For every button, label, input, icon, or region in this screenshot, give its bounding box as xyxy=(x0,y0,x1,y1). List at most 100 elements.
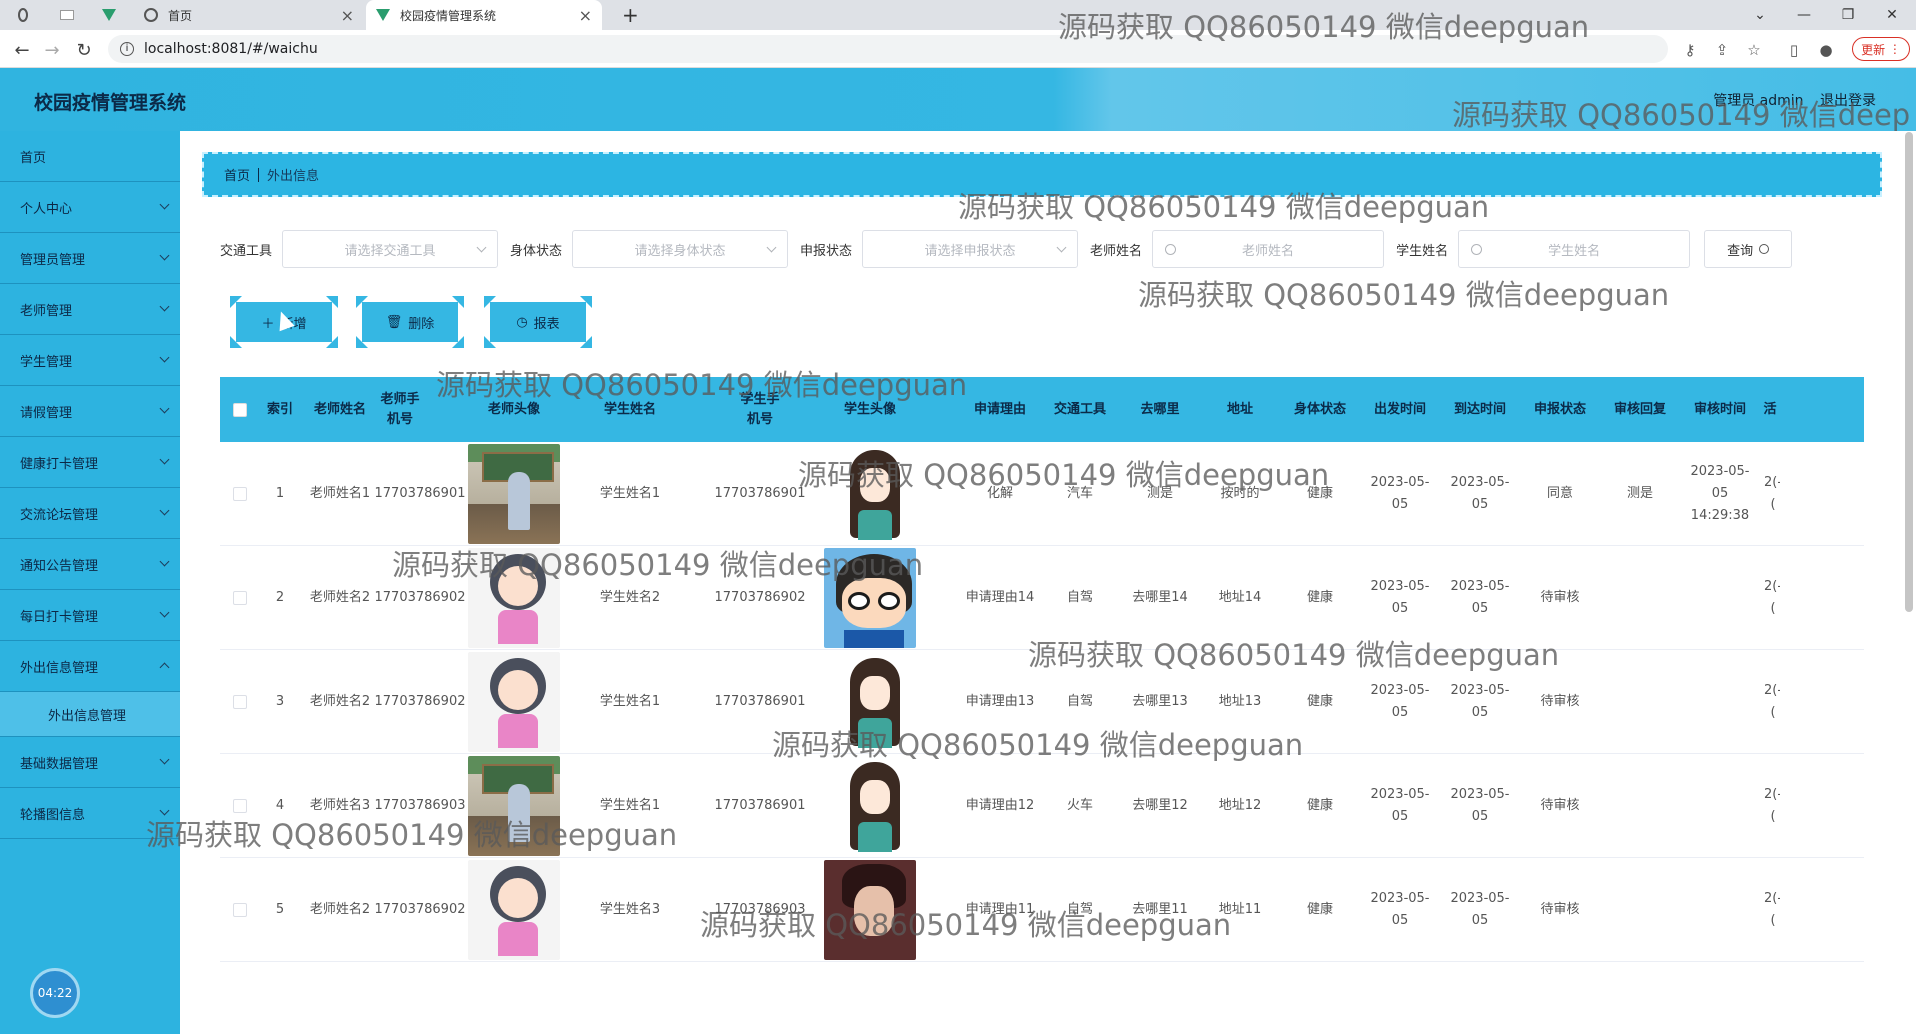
sidebar-item-leave[interactable]: 请假管理 xyxy=(0,386,180,437)
th-address[interactable]: 地址 xyxy=(1200,377,1280,442)
pinned-tab[interactable] xyxy=(8,0,48,30)
reload-icon[interactable]: ↻ xyxy=(72,38,96,62)
info-icon[interactable]: i xyxy=(120,42,134,56)
chevron-down-icon xyxy=(159,805,170,816)
cell-index: 2 xyxy=(275,590,285,605)
cell-teacher-avatar[interactable] xyxy=(464,650,564,754)
sidebar-item-daily-checkin[interactable]: 每日打卡管理 xyxy=(0,590,180,641)
th-health[interactable]: 身体状态 xyxy=(1280,377,1360,442)
th-transport[interactable]: 交通工具 xyxy=(1040,377,1120,442)
forward-icon[interactable]: → xyxy=(40,38,64,62)
profile-icon[interactable]: ● xyxy=(1816,40,1836,60)
th-arrive-time[interactable]: 到达时间 xyxy=(1440,377,1520,442)
anime-avatar-image[interactable] xyxy=(824,444,916,544)
sidepanel-icon[interactable]: ▯ xyxy=(1784,40,1804,60)
cell-teacher-avatar[interactable] xyxy=(464,858,564,962)
cell-student-avatar[interactable] xyxy=(820,858,920,962)
page-scrollbar[interactable] xyxy=(1905,132,1913,612)
sidebar-item-carousel[interactable]: 轮播图信息 xyxy=(0,788,180,839)
cell-student-avatar[interactable] xyxy=(820,546,920,650)
sidebar-item-basic-data[interactable]: 基础数据管理 xyxy=(0,737,180,788)
row-checkbox[interactable] xyxy=(220,442,260,546)
girl-avatar-image[interactable] xyxy=(468,652,560,752)
select-all-checkbox[interactable] xyxy=(220,377,260,442)
th-destination[interactable]: 去哪里 xyxy=(1120,377,1200,442)
bookmark-star-icon[interactable]: ☆ xyxy=(1744,40,1764,60)
cell-student-avatar[interactable] xyxy=(820,754,920,858)
th-apply-status[interactable]: 申报状态 xyxy=(1520,377,1600,442)
cell-teacher-avatar[interactable] xyxy=(464,442,564,546)
sidebar-item-notice[interactable]: 通知公告管理 xyxy=(0,539,180,590)
sidebar-item-label: 个人中心 xyxy=(20,201,73,217)
tab-active[interactable]: 校园疫情管理系统 × xyxy=(366,0,602,30)
cell-student-avatar[interactable] xyxy=(820,650,920,754)
table-row: 3 老师姓名2 17703786902 学生姓名1 17703786901 申请理由13 自… xyxy=(220,650,1864,754)
th-review-reply[interactable]: 审核回复 xyxy=(1600,377,1680,442)
tab-home[interactable]: 首页 × xyxy=(134,0,364,30)
cell-reason: 申请理由11 xyxy=(965,902,1035,917)
th-student-avatar[interactable]: 学生头像 xyxy=(800,377,940,442)
close-tab-icon[interactable]: × xyxy=(341,6,354,25)
th-teacher-avatar[interactable]: 老师头像 xyxy=(446,377,582,442)
admin-info: 管理员 admin 退出登录 xyxy=(1701,90,1876,110)
th-truncated[interactable]: 活 xyxy=(1760,377,1780,442)
key-icon[interactable]: ⚷ xyxy=(1680,40,1700,60)
sidebar-item-home[interactable]: 首页 xyxy=(0,131,180,182)
update-button[interactable]: 更新 ⋮ xyxy=(1852,37,1910,61)
close-window-icon[interactable]: ✕ xyxy=(1870,0,1914,30)
breadcrumb-home[interactable]: 首页 xyxy=(224,165,250,184)
classroom-avatar-image[interactable] xyxy=(468,444,560,544)
report-button[interactable]: ◷ 报表 xyxy=(484,296,592,348)
close-tab-icon[interactable]: × xyxy=(579,6,592,25)
th-student-phone[interactable]: 学生手机号 xyxy=(740,377,780,442)
student-name-input[interactable]: 学生姓名 xyxy=(1458,230,1691,268)
girl-avatar-image[interactable] xyxy=(468,860,560,960)
anime-avatar-image[interactable] xyxy=(824,652,916,752)
url-input[interactable]: i localhost:8081/#/waichu xyxy=(108,35,1668,63)
pinned-tab-vue[interactable] xyxy=(92,0,132,30)
share-icon[interactable]: ⇪ xyxy=(1712,40,1732,60)
new-tab-button[interactable]: + xyxy=(612,0,642,30)
teacher-name-input[interactable]: 老师姓名 xyxy=(1152,230,1385,268)
row-checkbox[interactable] xyxy=(220,546,260,650)
sidebar-item-personal[interactable]: 个人中心 xyxy=(0,182,180,233)
th-review-time[interactable]: 审核时间 xyxy=(1680,377,1760,442)
th-index[interactable]: 索引 xyxy=(260,377,300,442)
restore-icon[interactable]: ❐ xyxy=(1826,0,1870,30)
row-checkbox[interactable] xyxy=(220,858,260,962)
cell-student-avatar[interactable] xyxy=(820,442,920,546)
cell-teacher-avatar[interactable] xyxy=(464,546,564,650)
th-teacher-name[interactable]: 老师姓名 xyxy=(300,377,380,442)
cell-teacher-avatar[interactable] xyxy=(464,754,564,858)
sidebar-subitem-outing[interactable]: 外出信息管理 xyxy=(0,692,180,737)
query-button[interactable]: 查询 xyxy=(1704,230,1793,268)
anime-avatar-image[interactable] xyxy=(824,756,916,856)
sidebar-item-label: 首页 xyxy=(20,150,47,166)
transport-select[interactable]: 请选择交通工具 xyxy=(282,230,499,268)
th-depart-time[interactable]: 出发时间 xyxy=(1360,377,1440,442)
th-teacher-phone[interactable]: 老师手机号 xyxy=(380,377,420,442)
apply-status-select[interactable]: 请选择申报状态 xyxy=(862,230,1079,268)
sidebar-item-forum[interactable]: 交流论坛管理 xyxy=(0,488,180,539)
sidebar-item-student[interactable]: 学生管理 xyxy=(0,335,180,386)
sidebar-item-admin[interactable]: 管理员管理 xyxy=(0,233,180,284)
logout-link[interactable]: 退出登录 xyxy=(1820,93,1876,109)
th-reason[interactable]: 申请理由 xyxy=(960,377,1040,442)
girl-avatar-image[interactable] xyxy=(468,548,560,648)
sidebar-item-teacher[interactable]: 老师管理 xyxy=(0,284,180,335)
tab-search-icon[interactable]: ⌄ xyxy=(1738,0,1782,30)
health-select[interactable]: 请选择身体状态 xyxy=(572,230,789,268)
conan-avatar-image[interactable] xyxy=(824,548,916,648)
th-student-name[interactable]: 学生姓名 xyxy=(590,377,670,442)
delete-button[interactable]: 🗑 删除 xyxy=(356,296,464,348)
sidebar-item-health-checkin[interactable]: 健康打卡管理 xyxy=(0,437,180,488)
minimize-icon[interactable]: — xyxy=(1782,0,1826,30)
sidebar-item-outing[interactable]: 外出信息管理 xyxy=(0,641,180,692)
man-avatar-image[interactable] xyxy=(824,860,916,960)
back-icon[interactable]: ← xyxy=(10,38,34,62)
cell-transport: 火车 xyxy=(1066,798,1093,813)
classroom-avatar-image[interactable] xyxy=(468,756,560,856)
row-checkbox[interactable] xyxy=(220,650,260,754)
row-checkbox[interactable] xyxy=(220,754,260,858)
pinned-tab-blank[interactable] xyxy=(50,0,90,30)
